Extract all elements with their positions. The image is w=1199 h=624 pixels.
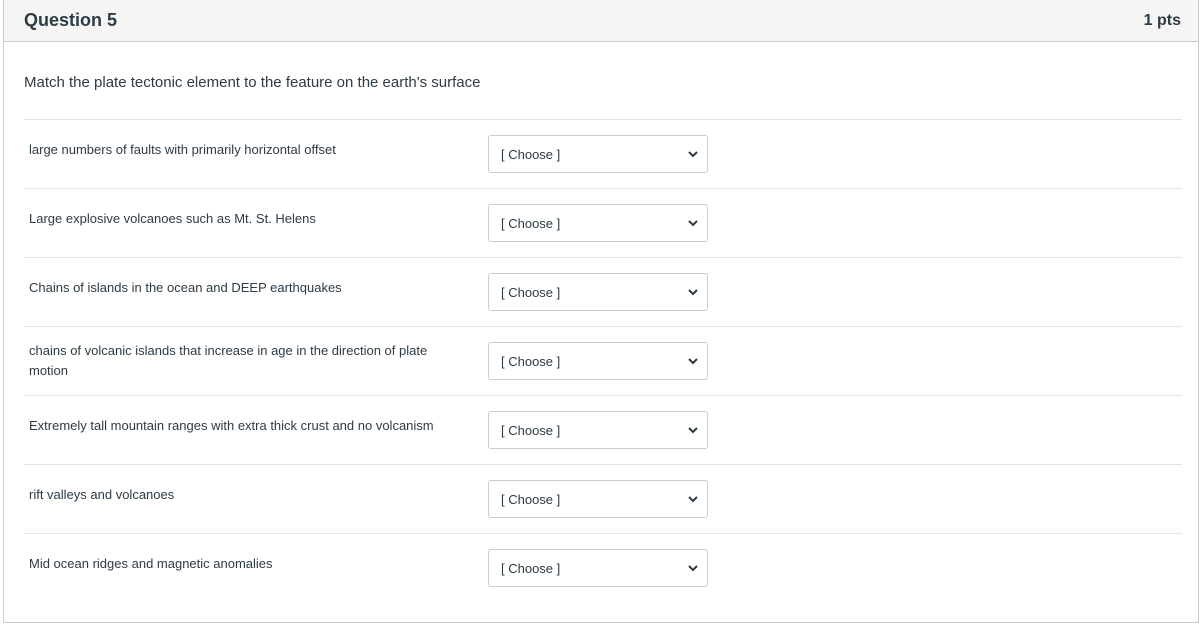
answer-select[interactable]: [ Choose ] bbox=[488, 342, 708, 380]
select-value: [ Choose ] bbox=[501, 422, 561, 438]
answer-row: Extremely tall mountain ranges with extr… bbox=[24, 395, 1182, 464]
answer-select[interactable]: [ Choose ] bbox=[488, 411, 708, 449]
chevron-down-icon bbox=[688, 289, 698, 296]
answer-row: large numbers of faults with primarily h… bbox=[24, 119, 1182, 188]
answer-label: large numbers of faults with primarily h… bbox=[29, 142, 336, 157]
answer-list: large numbers of faults with primarily h… bbox=[24, 119, 1182, 602]
answer-select[interactable]: [ Choose ] bbox=[488, 135, 708, 173]
answer-row: rift valleys and volcanoes [ Choose ] bbox=[24, 464, 1182, 533]
answer-label: Chains of islands in the ocean and DEEP … bbox=[29, 280, 342, 295]
chevron-down-icon bbox=[688, 358, 698, 365]
answer-row: Large explosive volcanoes such as Mt. St… bbox=[24, 188, 1182, 257]
answer-label: chains of volcanic islands that increase… bbox=[29, 343, 428, 378]
answer-row: chains of volcanic islands that increase… bbox=[24, 326, 1182, 395]
answer-row: Mid ocean ridges and magnetic anomalies … bbox=[24, 533, 1182, 602]
select-value: [ Choose ] bbox=[501, 284, 561, 300]
select-value: [ Choose ] bbox=[501, 146, 561, 162]
chevron-down-icon bbox=[688, 151, 698, 158]
chevron-down-icon bbox=[688, 565, 698, 572]
question-prompt: Match the plate tectonic element to the … bbox=[24, 74, 481, 91]
answer-select[interactable]: [ Choose ] bbox=[488, 480, 708, 518]
select-value: [ Choose ] bbox=[501, 560, 561, 576]
question-title: Question 5 bbox=[24, 10, 118, 30]
answer-label: Extremely tall mountain ranges with extr… bbox=[29, 418, 434, 433]
answer-select[interactable]: [ Choose ] bbox=[488, 204, 708, 242]
select-value: [ Choose ] bbox=[501, 215, 561, 231]
answer-select[interactable]: [ Choose ] bbox=[488, 549, 708, 587]
question-header: Question 5 1 pts bbox=[4, 0, 1198, 42]
answer-label: Large explosive volcanoes such as Mt. St… bbox=[29, 211, 316, 226]
chevron-down-icon bbox=[688, 220, 698, 227]
answer-row: Chains of islands in the ocean and DEEP … bbox=[24, 257, 1182, 326]
chevron-down-icon bbox=[688, 496, 698, 503]
answer-select[interactable]: [ Choose ] bbox=[488, 273, 708, 311]
question-card: Question 5 1 pts Match the plate tectoni… bbox=[3, 0, 1199, 623]
chevron-down-icon bbox=[688, 427, 698, 434]
answer-label: rift valleys and volcanoes bbox=[29, 487, 175, 502]
select-value: [ Choose ] bbox=[501, 491, 561, 507]
answer-label: Mid ocean ridges and magnetic anomalies bbox=[29, 556, 273, 571]
select-value: [ Choose ] bbox=[501, 353, 561, 369]
question-points: 1 pts bbox=[1143, 11, 1181, 29]
